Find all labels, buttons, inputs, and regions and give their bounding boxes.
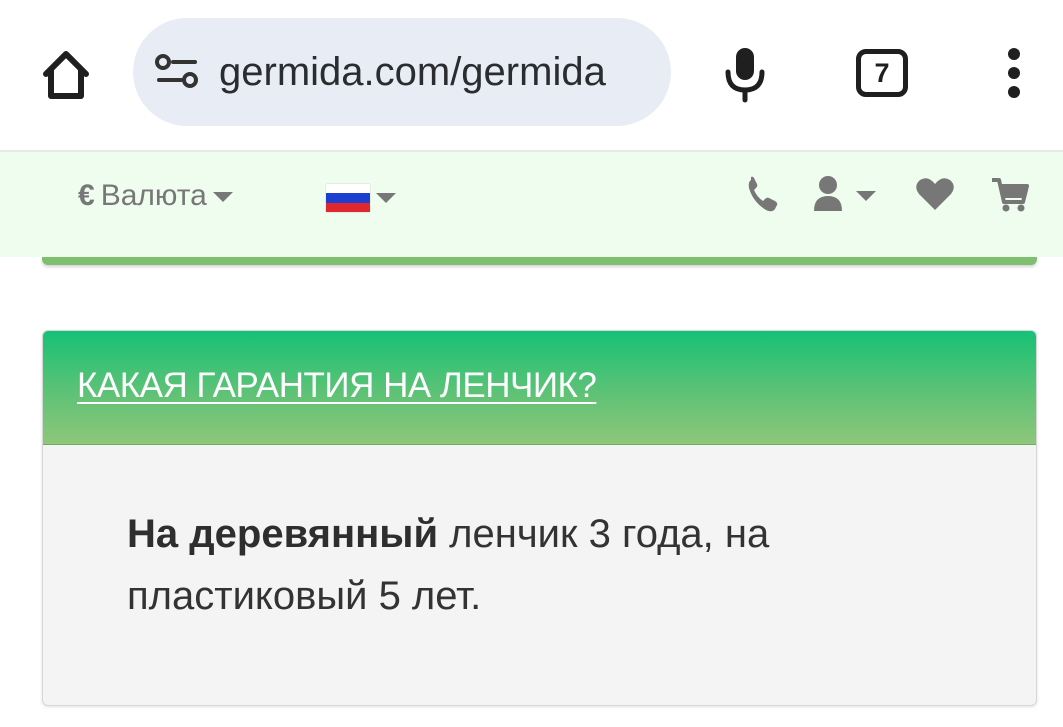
site-settings-icon[interactable]: [153, 52, 201, 92]
user-icon[interactable]: [812, 170, 882, 220]
faq-card-header[interactable]: КАКАЯ ГАРАНТИЯ НА ЛЕНЧИК?: [43, 331, 1036, 445]
chevron-down-icon: [212, 192, 233, 203]
faq-answer-bold: На деревянный: [127, 512, 439, 556]
chevron-down-icon: [376, 193, 396, 203]
language-selector[interactable]: [326, 184, 396, 214]
faq-question-link[interactable]: КАКАЯ ГАРАНТИЯ НА ЛЕНЧИК?: [77, 331, 597, 441]
address-bar[interactable]: germida.com/germida: [133, 18, 671, 126]
cart-icon[interactable]: [990, 170, 1030, 220]
ru-flag-icon: [326, 184, 370, 212]
browser-toolbar: germida.com/germida 7: [0, 0, 1063, 152]
faq-answer: На деревянный ленчик 3 года, на пластико…: [43, 445, 1036, 627]
microphone-icon[interactable]: [720, 44, 770, 104]
home-icon[interactable]: [36, 44, 96, 104]
url-text[interactable]: germida.com/germida: [219, 18, 659, 126]
currency-label: Валюта: [100, 179, 207, 212]
more-menu-icon[interactable]: [1000, 48, 1028, 102]
faq-card: КАКАЯ ГАРАНТИЯ НА ЛЕНЧИК? На деревянный …: [42, 330, 1037, 706]
heart-icon[interactable]: [914, 170, 956, 220]
currency-selector[interactable]: € Валюта: [78, 172, 233, 220]
currency-symbol: €: [78, 179, 95, 212]
header-divider: [42, 257, 1037, 265]
phone-icon[interactable]: [744, 170, 780, 220]
tab-switcher-button[interactable]: 7: [856, 49, 908, 97]
